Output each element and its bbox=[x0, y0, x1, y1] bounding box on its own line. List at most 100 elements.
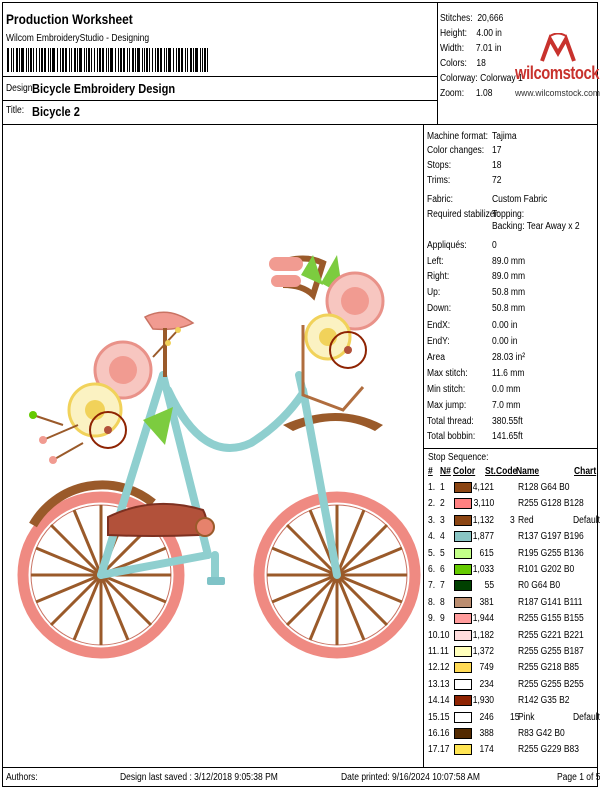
stop-sequence-row: 11. 11 1,372 R255 G255 B187 bbox=[428, 645, 598, 661]
stop-sequence-row: 17. 17 174 R255 G229 B83 bbox=[428, 743, 598, 759]
front-wheel bbox=[253, 413, 421, 659]
row-stitches: 3,110 bbox=[473, 498, 494, 510]
row-index: 1. bbox=[428, 482, 436, 493]
stop-sequence-header: # N# Color St. Code Name Chart bbox=[428, 466, 598, 480]
row-needle: 6 bbox=[440, 564, 445, 575]
row-index: 12. bbox=[428, 662, 440, 674]
row-index: 17. bbox=[428, 744, 440, 756]
stop-sequence-title: Stop Sequence: bbox=[428, 452, 489, 463]
stat-row: Zoom: 1.08 bbox=[440, 88, 493, 99]
title-label: Title: bbox=[6, 105, 25, 116]
col-header: Chart bbox=[574, 466, 597, 477]
stop-sequence-row: 12. 12 749 R255 G218 B85 bbox=[428, 661, 598, 677]
row-index: 4. bbox=[428, 531, 436, 543]
row-name: R255 G128 B128 bbox=[518, 498, 584, 510]
row-name: R0 G64 B0 bbox=[518, 580, 561, 592]
header-divider bbox=[3, 76, 437, 77]
stop-sequence-row: 7. 7 55 R0 G64 B0 bbox=[428, 579, 598, 595]
row-needle: 3 bbox=[440, 514, 445, 526]
row-name: R255 G255 B255 bbox=[518, 678, 584, 690]
row-chart: Default bbox=[573, 711, 600, 723]
date-printed: Date printed: 9/16/2024 10:07:58 AM bbox=[341, 772, 480, 783]
color-swatch bbox=[454, 514, 472, 526]
row-stitches: 1,033 bbox=[472, 564, 494, 575]
row-stitches: 234 bbox=[479, 678, 494, 690]
row-index: 15. bbox=[428, 711, 440, 723]
row-stitches: 4,121 bbox=[472, 482, 494, 493]
row-name: R128 G64 B0 bbox=[518, 482, 570, 493]
stop-sequence-row: 3. 3 1,132 3 Red Default bbox=[428, 514, 600, 530]
row-needle: 11 bbox=[440, 646, 449, 657]
color-swatch bbox=[454, 744, 472, 756]
row-stitches: 615 bbox=[479, 547, 494, 559]
logo-text: wilcomstock bbox=[515, 63, 600, 83]
stop-sequence-row: 10. 10 1,182 R255 G221 B221 bbox=[428, 629, 598, 645]
color-swatch bbox=[454, 580, 472, 592]
front-basket-flowers bbox=[301, 255, 385, 412]
row-name: R137 G197 B196 bbox=[518, 531, 584, 543]
color-swatch bbox=[454, 695, 472, 707]
row-needle: 13 bbox=[440, 678, 450, 690]
barcode-image bbox=[7, 48, 208, 72]
stat-row: Width: 7.01 in bbox=[440, 43, 502, 54]
color-swatch bbox=[454, 662, 472, 674]
row-needle: 10 bbox=[440, 629, 450, 641]
row-needle: 12 bbox=[440, 662, 450, 674]
page-title: Production Worksheet bbox=[6, 11, 133, 27]
row-name: Pink bbox=[518, 711, 535, 723]
bicycle-seat bbox=[143, 311, 195, 331]
row-stitches: 1,182 bbox=[472, 629, 494, 641]
design-title: Bicycle 2 bbox=[32, 104, 80, 119]
row-stitches: 1,944 bbox=[472, 613, 494, 625]
color-swatch bbox=[454, 547, 472, 559]
bicycle-frame bbox=[97, 371, 341, 584]
row-chart: Default bbox=[573, 514, 600, 526]
color-swatch bbox=[454, 646, 472, 657]
row-stitches: 388 bbox=[479, 728, 494, 739]
row-needle: 17 bbox=[440, 744, 450, 756]
row-name: Red bbox=[518, 514, 534, 526]
header-divider bbox=[3, 100, 437, 101]
row-name: R255 G218 B85 bbox=[518, 662, 579, 674]
stop-sequence-row: 8. 8 381 R187 G141 B111 bbox=[428, 596, 598, 612]
stop-sequence-row: 6. 6 1,033 R101 G202 B0 bbox=[428, 563, 598, 579]
row-stitches: 55 bbox=[484, 580, 494, 592]
software-subtitle: Wilcom EmbroideryStudio - Designing bbox=[6, 33, 150, 44]
row-name: R255 G221 B221 bbox=[518, 629, 584, 641]
row-stitches: 1,877 bbox=[472, 531, 494, 543]
col-header: # bbox=[428, 466, 433, 477]
section-divider bbox=[423, 448, 597, 449]
stop-sequence-row: 16. 16 388 R83 G42 B0 bbox=[428, 727, 598, 743]
color-swatch bbox=[454, 711, 472, 723]
stop-sequence-row: 14. 14 1,930 R142 G35 B2 bbox=[428, 694, 598, 710]
color-swatch bbox=[454, 596, 472, 608]
page-number: Page 1 of 5 bbox=[557, 772, 600, 783]
stop-sequence-row: 2. 2 3,110 R255 G128 B128 bbox=[428, 497, 598, 513]
design-name: Bicycle Embroidery Design bbox=[32, 81, 176, 96]
design-preview bbox=[3, 125, 424, 768]
row-stitches: 749 bbox=[479, 662, 494, 674]
stat-row: Stitches: 20,666 bbox=[440, 13, 504, 24]
row-index: 13. bbox=[428, 678, 440, 690]
color-swatch bbox=[454, 629, 472, 641]
last-saved: Design last saved : 3/12/2018 9:05:38 PM bbox=[120, 772, 278, 783]
row-needle: 1 bbox=[440, 482, 445, 493]
row-stitches: 1,132 bbox=[472, 514, 494, 526]
color-swatch bbox=[454, 678, 472, 690]
color-swatch bbox=[454, 564, 472, 575]
row-needle: 8 bbox=[440, 596, 445, 608]
row-index: 7. bbox=[428, 580, 436, 592]
col-header: Color bbox=[453, 466, 476, 477]
row-name: R255 G255 B187 bbox=[518, 646, 584, 657]
row-name: R142 G35 B2 bbox=[518, 695, 570, 707]
stat-row: Height: 4.00 in bbox=[440, 28, 502, 39]
stat-row: Colors: 18 bbox=[440, 58, 486, 69]
row-stitches: 1,372 bbox=[472, 646, 494, 657]
row-needle: 16 bbox=[440, 728, 450, 739]
color-swatch bbox=[454, 728, 472, 739]
bicycle-embroidery-image bbox=[17, 255, 421, 659]
row-index: 9. bbox=[428, 613, 436, 625]
row-name: R195 G255 B136 bbox=[518, 547, 584, 559]
row-index: 16. bbox=[428, 728, 440, 739]
row-index: 14. bbox=[428, 695, 440, 707]
